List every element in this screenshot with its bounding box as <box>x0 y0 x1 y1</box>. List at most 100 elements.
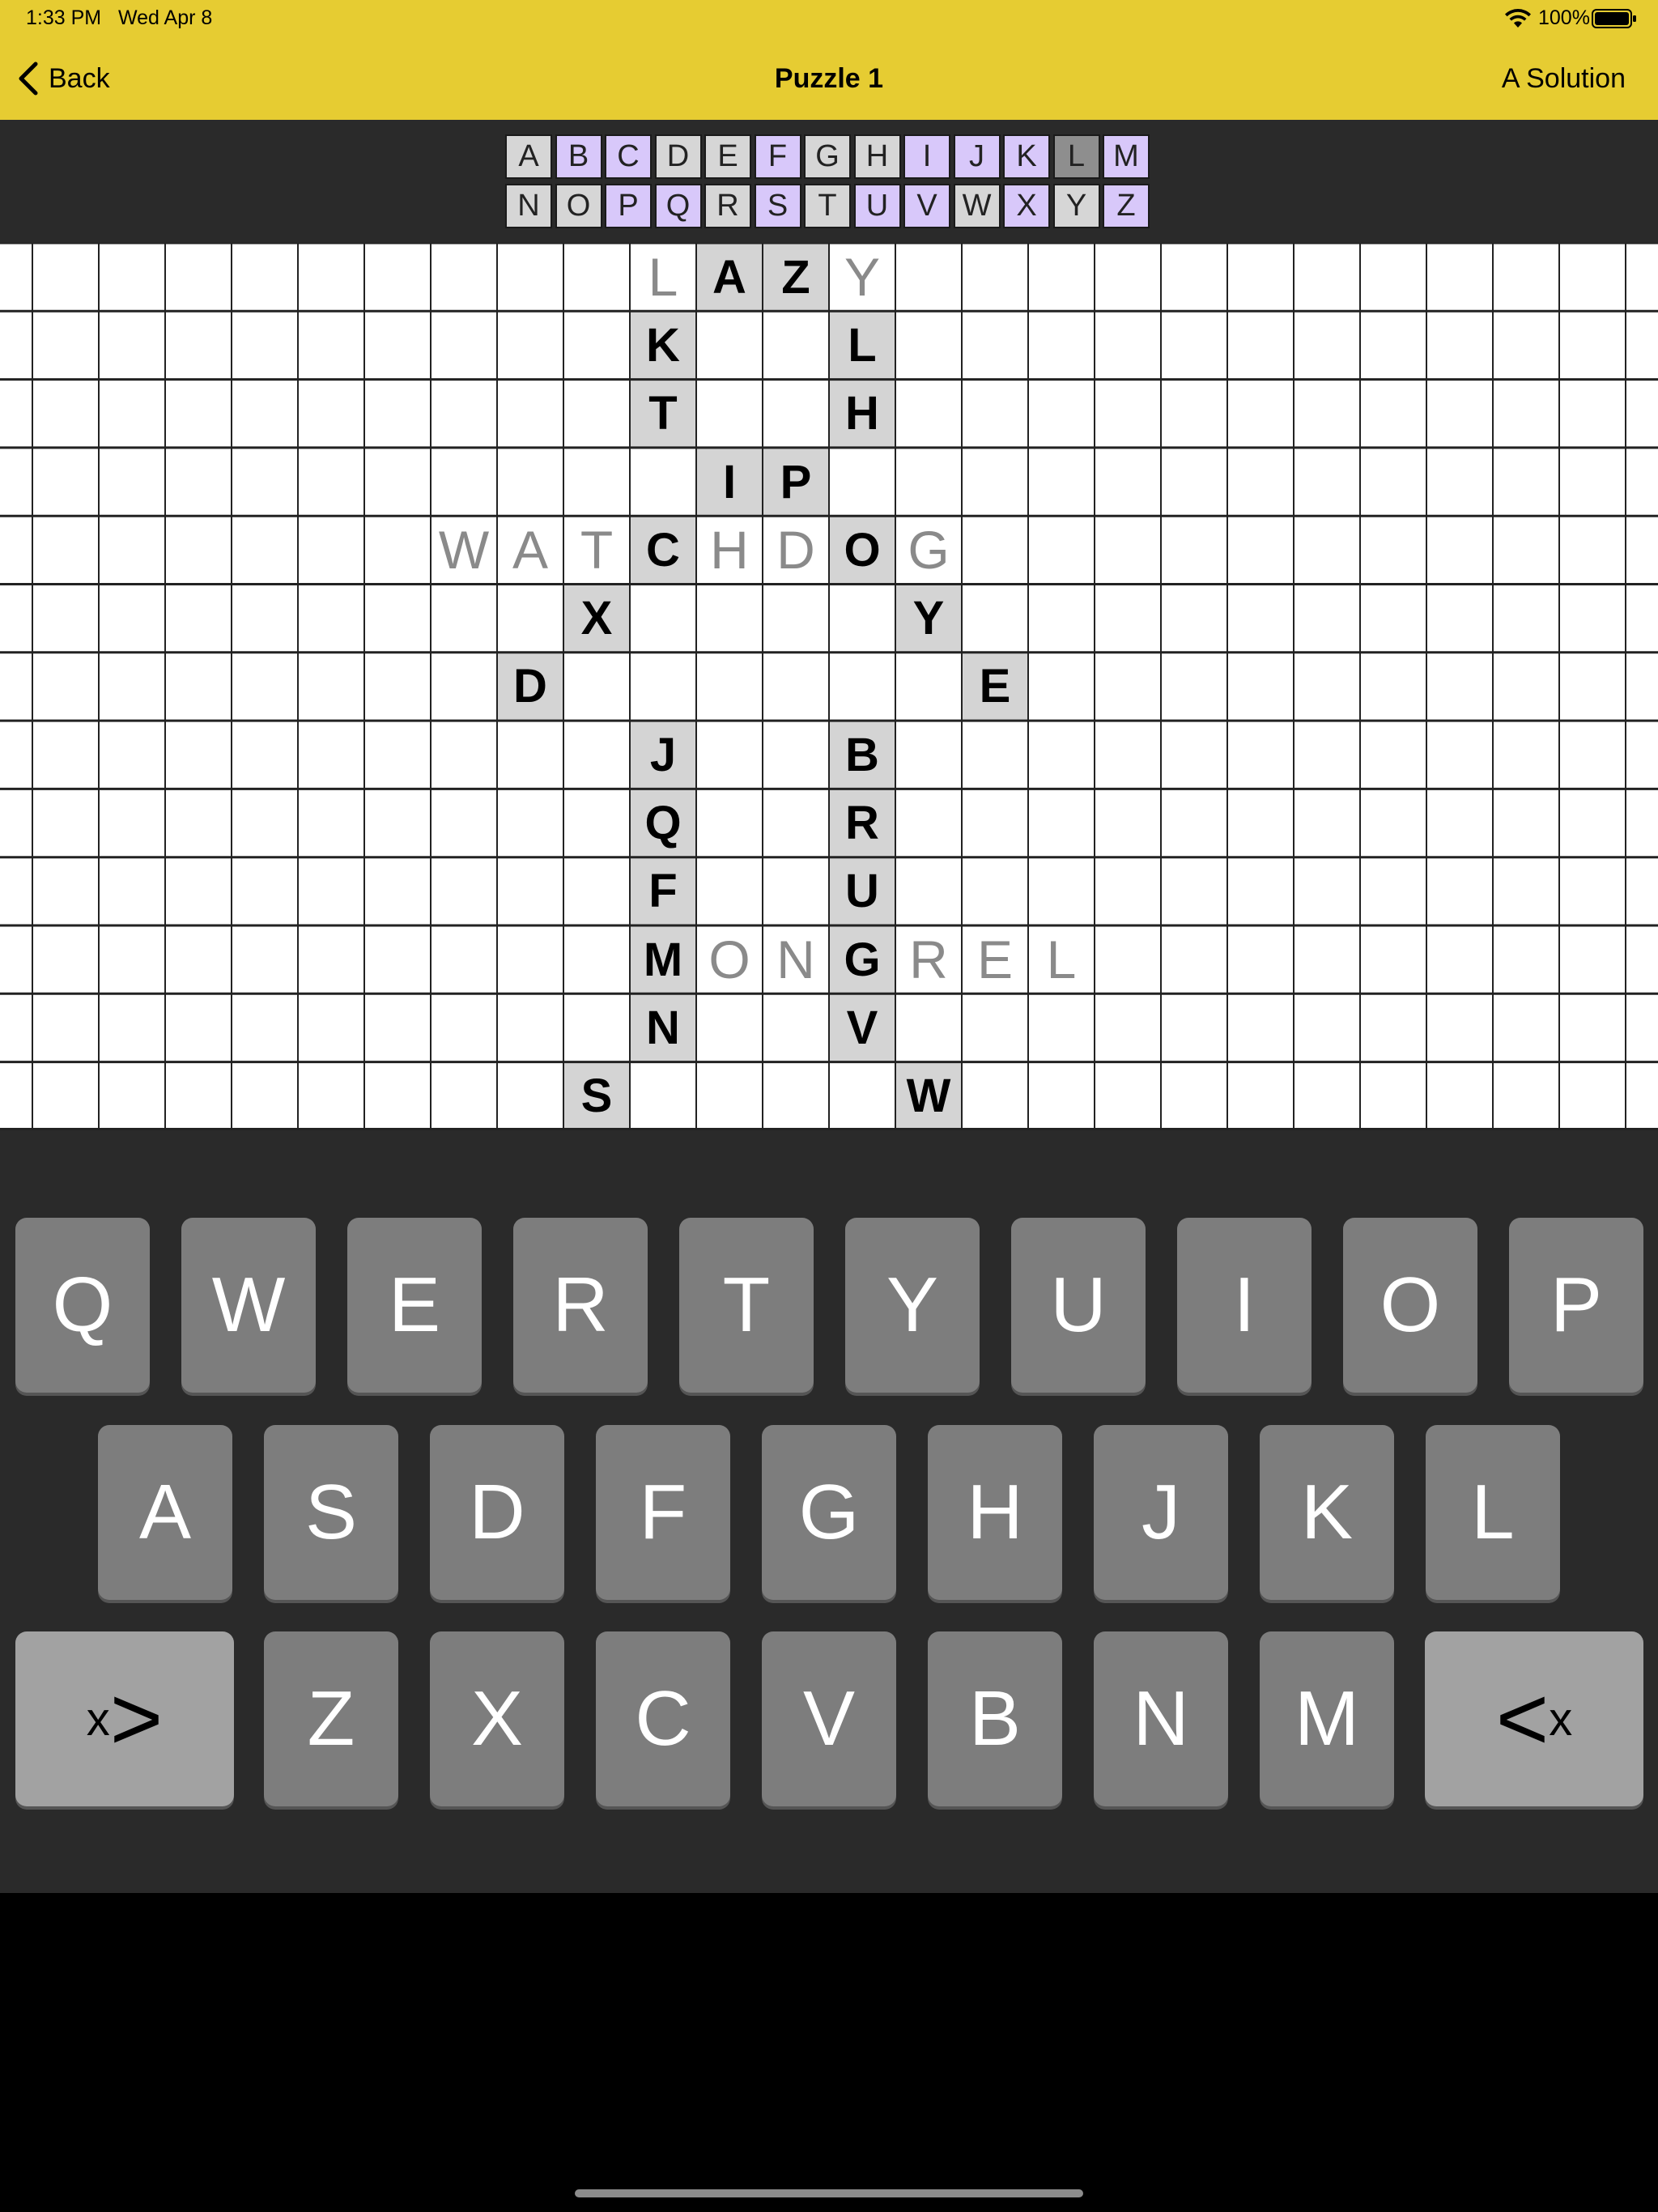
tracker-letter-g[interactable]: G <box>804 134 851 179</box>
key-s[interactable]: S <box>264 1425 398 1600</box>
tracker-letter-m[interactable]: M <box>1103 134 1150 179</box>
grid-hint-letter[interactable]: A <box>497 516 563 584</box>
battery-icon <box>1592 9 1636 28</box>
grid-letter-tile[interactable]: R <box>829 789 895 857</box>
tracker-letter-q[interactable]: Q <box>654 184 702 228</box>
grid-letter-tile[interactable]: J <box>630 721 696 789</box>
page-title: Puzzle 1 <box>774 63 884 94</box>
grid-letter-tile[interactable]: M <box>630 925 696 993</box>
key-m[interactable]: M <box>1260 1631 1394 1806</box>
grid-letter-tile[interactable]: K <box>630 311 696 379</box>
grid-letter-tile[interactable]: W <box>895 1062 962 1130</box>
grid-letter-tile[interactable]: C <box>630 516 696 584</box>
grid-letter-tile[interactable]: P <box>763 448 829 516</box>
grid-hint-letter[interactable]: E <box>962 925 1028 993</box>
key-d[interactable]: D <box>430 1425 564 1600</box>
grid-hint-letter[interactable]: N <box>763 925 829 993</box>
tracker-letter-r[interactable]: R <box>704 184 751 228</box>
tracker-letter-j[interactable]: J <box>953 134 1001 179</box>
grid-hint-letter[interactable]: L <box>630 243 696 311</box>
tracker-letter-k[interactable]: K <box>1003 134 1050 179</box>
key-q[interactable]: Q <box>15 1218 150 1393</box>
tracker-letter-e[interactable]: E <box>704 134 751 179</box>
key-p[interactable]: P <box>1509 1218 1643 1393</box>
tracker-letter-s[interactable]: S <box>754 184 801 228</box>
tracker-letter-t[interactable]: T <box>804 184 851 228</box>
key-c[interactable]: C <box>596 1631 730 1806</box>
tracker-letter-w[interactable]: W <box>953 184 1001 228</box>
grid-letter-tile[interactable]: B <box>829 721 895 789</box>
puzzle-grid-area: LAZYKLTHIPWATCHDOGXYDEJBQRFUMONGRELNVSW <box>0 243 1658 1130</box>
grid-hint-letter[interactable]: D <box>763 516 829 584</box>
grid-letter-tile[interactable]: X <box>563 585 630 653</box>
delete-x-label: x <box>86 1692 110 1746</box>
tracker-letter-n[interactable]: N <box>505 184 552 228</box>
grid-letter-tile[interactable]: A <box>696 243 763 311</box>
tracker-letter-h[interactable]: H <box>853 134 901 179</box>
key-o[interactable]: O <box>1343 1218 1477 1393</box>
grid-letter-tile[interactable]: U <box>829 857 895 925</box>
backspace-button[interactable]: < x <box>1425 1631 1643 1806</box>
key-v[interactable]: V <box>762 1631 896 1806</box>
grid-letter-tile[interactable]: D <box>497 653 563 721</box>
key-x[interactable]: X <box>430 1631 564 1806</box>
grid-letter-tile[interactable]: S <box>563 1062 630 1130</box>
tracker-letter-l[interactable]: L <box>1052 134 1100 179</box>
key-k[interactable]: K <box>1260 1425 1394 1600</box>
grid-letter-tile[interactable]: I <box>696 448 763 516</box>
grid-letter-tile[interactable]: E <box>962 653 1028 721</box>
grid-letter-tile[interactable]: Y <box>895 585 962 653</box>
home-indicator <box>575 2189 1083 2197</box>
grid-letter-tile[interactable]: Z <box>763 243 829 311</box>
grid-hint-letter[interactable]: T <box>563 516 630 584</box>
key-r[interactable]: R <box>513 1218 648 1393</box>
grid-hint-letter[interactable]: W <box>431 516 497 584</box>
key-g[interactable]: G <box>762 1425 896 1600</box>
tracker-letter-y[interactable]: Y <box>1052 184 1100 228</box>
tracker-letter-a[interactable]: A <box>505 134 552 179</box>
grid-letter-tile[interactable]: G <box>829 925 895 993</box>
tracker-letter-b[interactable]: B <box>555 134 602 179</box>
key-w[interactable]: W <box>181 1218 316 1393</box>
grid-hint-letter[interactable]: Y <box>829 243 895 311</box>
tracker-letter-i[interactable]: I <box>903 134 950 179</box>
grid-letter-tile[interactable]: F <box>630 857 696 925</box>
grid-hint-letter[interactable]: G <box>895 516 962 584</box>
tracker-letter-u[interactable]: U <box>853 184 901 228</box>
key-i[interactable]: I <box>1177 1218 1312 1393</box>
forward-delete-button[interactable]: x > <box>15 1631 234 1806</box>
key-h[interactable]: H <box>928 1425 1062 1600</box>
grid-hint-letter[interactable]: L <box>1028 925 1095 993</box>
key-l[interactable]: L <box>1426 1425 1560 1600</box>
grid-hint-letter[interactable]: R <box>895 925 962 993</box>
tracker-letter-z[interactable]: Z <box>1103 184 1150 228</box>
grid-letter-tile[interactable]: V <box>829 993 895 1061</box>
tracker-letter-p[interactable]: P <box>605 184 652 228</box>
tracker-letter-x[interactable]: X <box>1003 184 1050 228</box>
grid-hint-letter[interactable]: O <box>696 925 763 993</box>
grid-letter-tile[interactable]: H <box>829 380 895 448</box>
key-e[interactable]: E <box>347 1218 482 1393</box>
grid-hint-letter[interactable]: H <box>696 516 763 584</box>
key-z[interactable]: Z <box>264 1631 398 1806</box>
key-t[interactable]: T <box>679 1218 814 1393</box>
tracker-letter-d[interactable]: D <box>654 134 702 179</box>
grid-letter-tile[interactable]: N <box>630 993 696 1061</box>
grid-letter-tile[interactable]: Q <box>630 789 696 857</box>
tracker-letter-v[interactable]: V <box>903 184 950 228</box>
key-b[interactable]: B <box>928 1631 1062 1806</box>
key-y[interactable]: Y <box>845 1218 980 1393</box>
key-j[interactable]: J <box>1094 1425 1228 1600</box>
key-n[interactable]: N <box>1094 1631 1228 1806</box>
key-u[interactable]: U <box>1011 1218 1146 1393</box>
tracker-letter-o[interactable]: O <box>555 184 602 228</box>
key-a[interactable]: A <box>98 1425 232 1600</box>
tracker-letter-f[interactable]: F <box>754 134 801 179</box>
solution-button[interactable]: A Solution <box>1502 63 1626 95</box>
tracker-letter-c[interactable]: C <box>605 134 652 179</box>
key-f[interactable]: F <box>596 1425 730 1600</box>
grid-letter-tile[interactable]: T <box>630 380 696 448</box>
grid-letter-tile[interactable]: L <box>829 311 895 379</box>
puzzle-grid[interactable]: LAZYKLTHIPWATCHDOGXYDEJBQRFUMONGRELNVSW <box>0 243 1658 1130</box>
grid-letter-tile[interactable]: O <box>829 516 895 584</box>
